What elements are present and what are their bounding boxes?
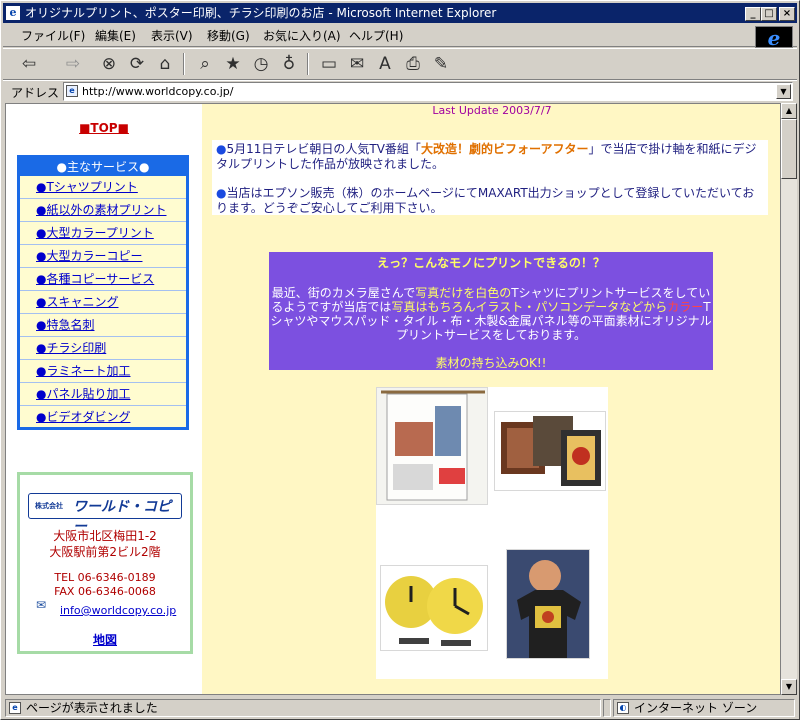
window-title: オリジナルプリント、ポスター印刷、チラシ印刷のお店 - Microsoft In…	[25, 6, 497, 20]
menu-view[interactable]: 表示(V)	[151, 28, 193, 44]
promo-highlight: 写真はもちろんイラスト・パソコンデータなどから	[391, 300, 668, 314]
logo-prefix: 株式会社	[35, 502, 63, 510]
service-link[interactable]: ●大型カラープリント	[20, 222, 186, 245]
last-update: Last Update 2003/7/7	[432, 104, 552, 117]
zone-pane: ◐ インターネット ゾーン	[613, 699, 795, 717]
ie-app-icon: e	[6, 6, 20, 20]
news-item: ●5月11日テレビ朝日の人気TV番組「大改造！劇的ビフォーアフター」で当店で掛け…	[216, 142, 764, 172]
menu-bar: ファイル(F) 編集(E) 表示(V) 移動(G) お気に入り(A) ヘルプ(H…	[3, 25, 797, 47]
news-highlight: 大改造！劇的ビフォーアフター	[420, 142, 589, 156]
map-link[interactable]: 地図	[20, 631, 190, 648]
service-link[interactable]: ●スキャニング	[20, 291, 186, 314]
menu-file[interactable]: ファイル(F)	[21, 28, 85, 44]
company-address-line2: 大阪駅前第2ビル2階	[49, 545, 161, 559]
service-link[interactable]: ●ビデオダビング	[20, 406, 186, 429]
fullscreen-icon[interactable]: ▭	[317, 53, 341, 75]
status-bar: e ページが表示されました ◐ インターネット ゾーン	[3, 698, 797, 718]
scroll-down-icon[interactable]: ▼	[781, 679, 797, 695]
promo-title: えっ？こんなモノにプリントできるの！？	[377, 256, 605, 270]
promo-footer: 素材の持ち込みOK!!	[435, 356, 547, 370]
promo-highlight: 写真だけを白色の	[415, 286, 512, 300]
bullet: ●	[216, 142, 227, 156]
service-link[interactable]: ●パネル貼り加工	[20, 383, 186, 406]
menu-help[interactable]: ヘルプ(H)	[349, 28, 403, 44]
channels-icon[interactable]: ♁	[277, 53, 301, 75]
maximize-button[interactable]: □	[761, 7, 777, 21]
edit-icon[interactable]: ✎	[429, 53, 453, 75]
company-info-box: 株式会社 ワールド・コピー 大阪市北区梅田1-2 大阪駅前第2ビル2階 TEL …	[17, 472, 193, 654]
company-fax: FAX 06-6346-0068	[54, 585, 156, 598]
status-pane	[603, 699, 611, 717]
service-link[interactable]: ●Tシャツプリント	[20, 176, 186, 199]
news-box: ●5月11日テレビ朝日の人気TV番組「大改造！劇的ビフォーアフター」で当店で掛け…	[212, 140, 768, 215]
left-column: ■TOP■ ●主なサービス● ●Tシャツプリント ●紙以外の素材プリント ●大型…	[6, 104, 202, 694]
service-link[interactable]: ●各種コピーサービス	[20, 268, 186, 291]
refresh-icon[interactable]: ⟳	[125, 53, 149, 75]
search-icon[interactable]: ⌕	[193, 53, 217, 75]
news-item: ●当店はエプソン販売（株）のホームページにてMAXART出力ショップとして登録し…	[216, 186, 764, 216]
zone-text: インターネット ゾーン	[634, 701, 758, 715]
service-link[interactable]: ●紙以外の素材プリント	[20, 199, 186, 222]
home-icon[interactable]: ⌂	[153, 53, 177, 75]
menu-favorites[interactable]: お気に入り(A)	[263, 28, 341, 44]
bullet: ●	[216, 186, 227, 200]
scroll-thumb[interactable]	[781, 119, 797, 179]
favorites-icon[interactable]: ★	[221, 53, 245, 75]
service-link[interactable]: ●大型カラーコピー	[20, 245, 186, 268]
browser-window: e オリジナルプリント、ポスター印刷、チラシ印刷のお店 - Microsoft …	[0, 0, 800, 720]
promo-box: えっ？こんなモノにプリントできるの！？ 最近、街のカメラ屋さんで写真だけを白色の…	[269, 252, 713, 370]
title-bar: e オリジナルプリント、ポスター印刷、チラシ印刷のお店 - Microsoft …	[3, 3, 797, 23]
company-tel: TEL 06-6346-0189	[54, 571, 156, 584]
product-photos	[376, 387, 608, 679]
company-logo: 株式会社 ワールド・コピー	[28, 493, 182, 535]
promo-color-word: カラー	[667, 300, 704, 314]
page-viewport: ■TOP■ ●主なサービス● ●Tシャツプリント ●紙以外の素材プリント ●大型…	[5, 103, 781, 695]
mail-icon: ✉	[36, 598, 47, 612]
photo-frames-photo	[494, 411, 606, 491]
menu-edit[interactable]: 編集(E)	[95, 28, 136, 44]
top-link[interactable]: ■TOP■	[6, 121, 202, 135]
promo-text: 最近、街のカメラ屋さんで	[271, 286, 416, 300]
page-icon: e	[66, 85, 78, 97]
main-column: Last Update 2003/7/7 ●5月11日テレビ朝日の人気TV番組「…	[202, 104, 780, 694]
status-text: ページが表示されました	[26, 701, 158, 715]
status-text-pane: e ページが表示されました	[5, 699, 601, 717]
internet-zone-icon: ◐	[617, 702, 629, 714]
address-label: アドレス	[11, 86, 60, 100]
service-link[interactable]: ●チラシ印刷	[20, 337, 186, 360]
tshirt-print-photo	[506, 549, 590, 659]
close-button[interactable]: ×	[779, 7, 795, 21]
print-icon[interactable]: ⎙	[401, 53, 425, 75]
font-size-icon[interactable]: A	[373, 53, 397, 75]
address-bar: アドレス e http://www.worldcopy.co.jp/ ▼	[3, 80, 797, 102]
wall-clocks-photo	[380, 565, 488, 651]
service-link[interactable]: ●特急名刺	[20, 314, 186, 337]
menu-go[interactable]: 移動(G)	[207, 28, 250, 44]
history-icon[interactable]: ◷	[249, 53, 273, 75]
vertical-scrollbar[interactable]: ▲ ▼	[781, 103, 797, 695]
address-url: http://www.worldcopy.co.jp/	[82, 85, 234, 98]
toolbar-separator	[307, 53, 309, 75]
back-icon[interactable]: ⇦	[17, 53, 41, 75]
services-box: ●主なサービス● ●Tシャツプリント ●紙以外の素材プリント ●大型カラープリン…	[17, 155, 189, 430]
email-link[interactable]: info@worldcopy.co.jp	[60, 604, 176, 617]
page-done-icon: e	[9, 702, 21, 714]
address-input[interactable]: e http://www.worldcopy.co.jp/ ▼	[63, 82, 793, 101]
ie-throbber-icon: e	[755, 26, 793, 49]
service-link[interactable]: ●ラミネート加工	[20, 360, 186, 383]
minimize-button[interactable]: _	[745, 7, 761, 21]
scroll-up-icon[interactable]: ▲	[781, 103, 797, 119]
forward-icon[interactable]: ⇨	[61, 53, 85, 75]
company-address-line1: 大阪市北区梅田1-2	[53, 529, 157, 543]
news-text: 5月11日テレビ朝日の人気TV番組「	[226, 142, 421, 156]
services-title: ●主なサービス●	[20, 158, 186, 176]
hanging-scroll-photo	[376, 387, 488, 505]
toolbar: ⇦ ⇨ ⊗ ⟳ ⌂ ⌕ ★ ◷ ♁ ▭ ✉ A ⎙ ✎	[3, 48, 797, 80]
stop-icon[interactable]: ⊗	[97, 53, 121, 75]
promo-body: 最近、街のカメラ屋さんで写真だけを白色のTシャツにプリントサービスをしているよう…	[269, 286, 713, 342]
mail-icon[interactable]: ✉	[345, 53, 369, 75]
address-dropdown-icon[interactable]: ▼	[776, 84, 791, 99]
news-text: 当店はエプソン販売（株）のホームページにてMAXART出力ショップとして登録して…	[216, 186, 755, 215]
toolbar-separator	[183, 53, 185, 75]
